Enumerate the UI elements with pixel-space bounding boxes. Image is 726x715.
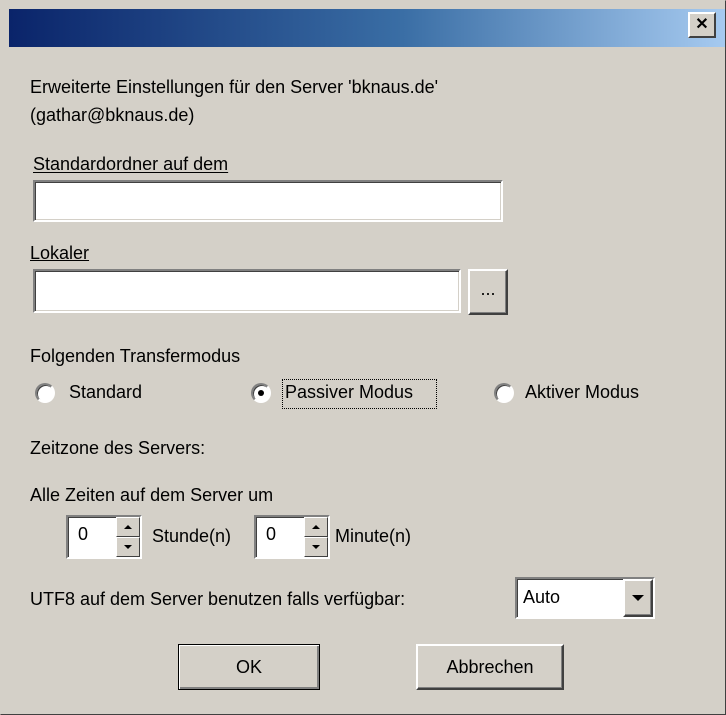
hours-up-button[interactable]	[116, 517, 140, 537]
ok-button-label: OK	[235, 656, 262, 677]
hours-value[interactable]: 0	[78, 524, 88, 545]
default-folder-input[interactable]	[33, 180, 503, 222]
close-button[interactable]: ✕	[688, 12, 716, 38]
default-folder-label: Standardordner auf dem	[33, 154, 229, 174]
utf8-selected-value: Auto	[523, 587, 561, 607]
browse-label: ...	[480, 278, 496, 299]
timezone-label: Zeitzone des Servers:	[30, 438, 206, 458]
arrow-up-icon	[124, 525, 132, 529]
transfer-mode-label: Folgenden Transfermodus	[30, 346, 241, 366]
arrow-up-icon	[312, 525, 320, 529]
dialog-window: ✕ Erweiterte Einstellungen für den Serve…	[0, 0, 726, 715]
minutes-unit-label: Minute(n)	[335, 526, 412, 546]
arrow-down-icon	[312, 545, 320, 549]
hours-down-button[interactable]	[116, 537, 140, 557]
utf8-dropdown-button[interactable]	[623, 579, 653, 617]
radio-passive-label[interactable]: Passiver Modus	[285, 382, 413, 403]
radio-active-circle[interactable]	[494, 383, 514, 403]
radio-standard-label[interactable]: Standard	[69, 382, 142, 403]
minutes-value[interactable]: 0	[266, 524, 276, 545]
dialog-heading-line1: Erweiterte Einstellungen für den Server …	[30, 77, 439, 97]
hours-unit-label: Stunde(n)	[152, 526, 232, 546]
dialog-heading-line2: (gathar@bknaus.de)	[30, 105, 195, 125]
minutes-spinner[interactable]: 0	[254, 515, 330, 559]
browse-button[interactable]: ...	[468, 269, 508, 315]
timezone-offset-label: Alle Zeiten auf dem Server um	[30, 485, 274, 505]
hours-spinner-arrows	[116, 517, 140, 557]
cancel-button[interactable]: Abbrechen	[416, 644, 564, 690]
minutes-down-button[interactable]	[304, 537, 328, 557]
utf8-select[interactable]: Auto	[515, 577, 655, 619]
ok-button[interactable]: OK	[178, 644, 320, 690]
local-folder-input[interactable]	[33, 269, 461, 313]
cancel-button-label: Abbrechen	[446, 656, 534, 677]
radio-selected-dot	[258, 390, 264, 396]
utf8-label: UTF8 auf dem Server benutzen falls verfü…	[30, 589, 406, 609]
arrow-down-icon	[124, 545, 132, 549]
hours-spinner[interactable]: 0	[66, 515, 142, 559]
chevron-down-icon	[632, 595, 644, 601]
minutes-spinner-arrows	[304, 517, 328, 557]
local-folder-label: Lokaler	[30, 243, 90, 263]
minutes-up-button[interactable]	[304, 517, 328, 537]
radio-standard-circle[interactable]	[35, 383, 55, 403]
radio-passive-circle[interactable]	[251, 383, 271, 403]
radio-active-label[interactable]: Aktiver Modus	[525, 382, 639, 403]
title-bar[interactable]	[9, 9, 725, 47]
close-icon: ✕	[695, 16, 709, 33]
